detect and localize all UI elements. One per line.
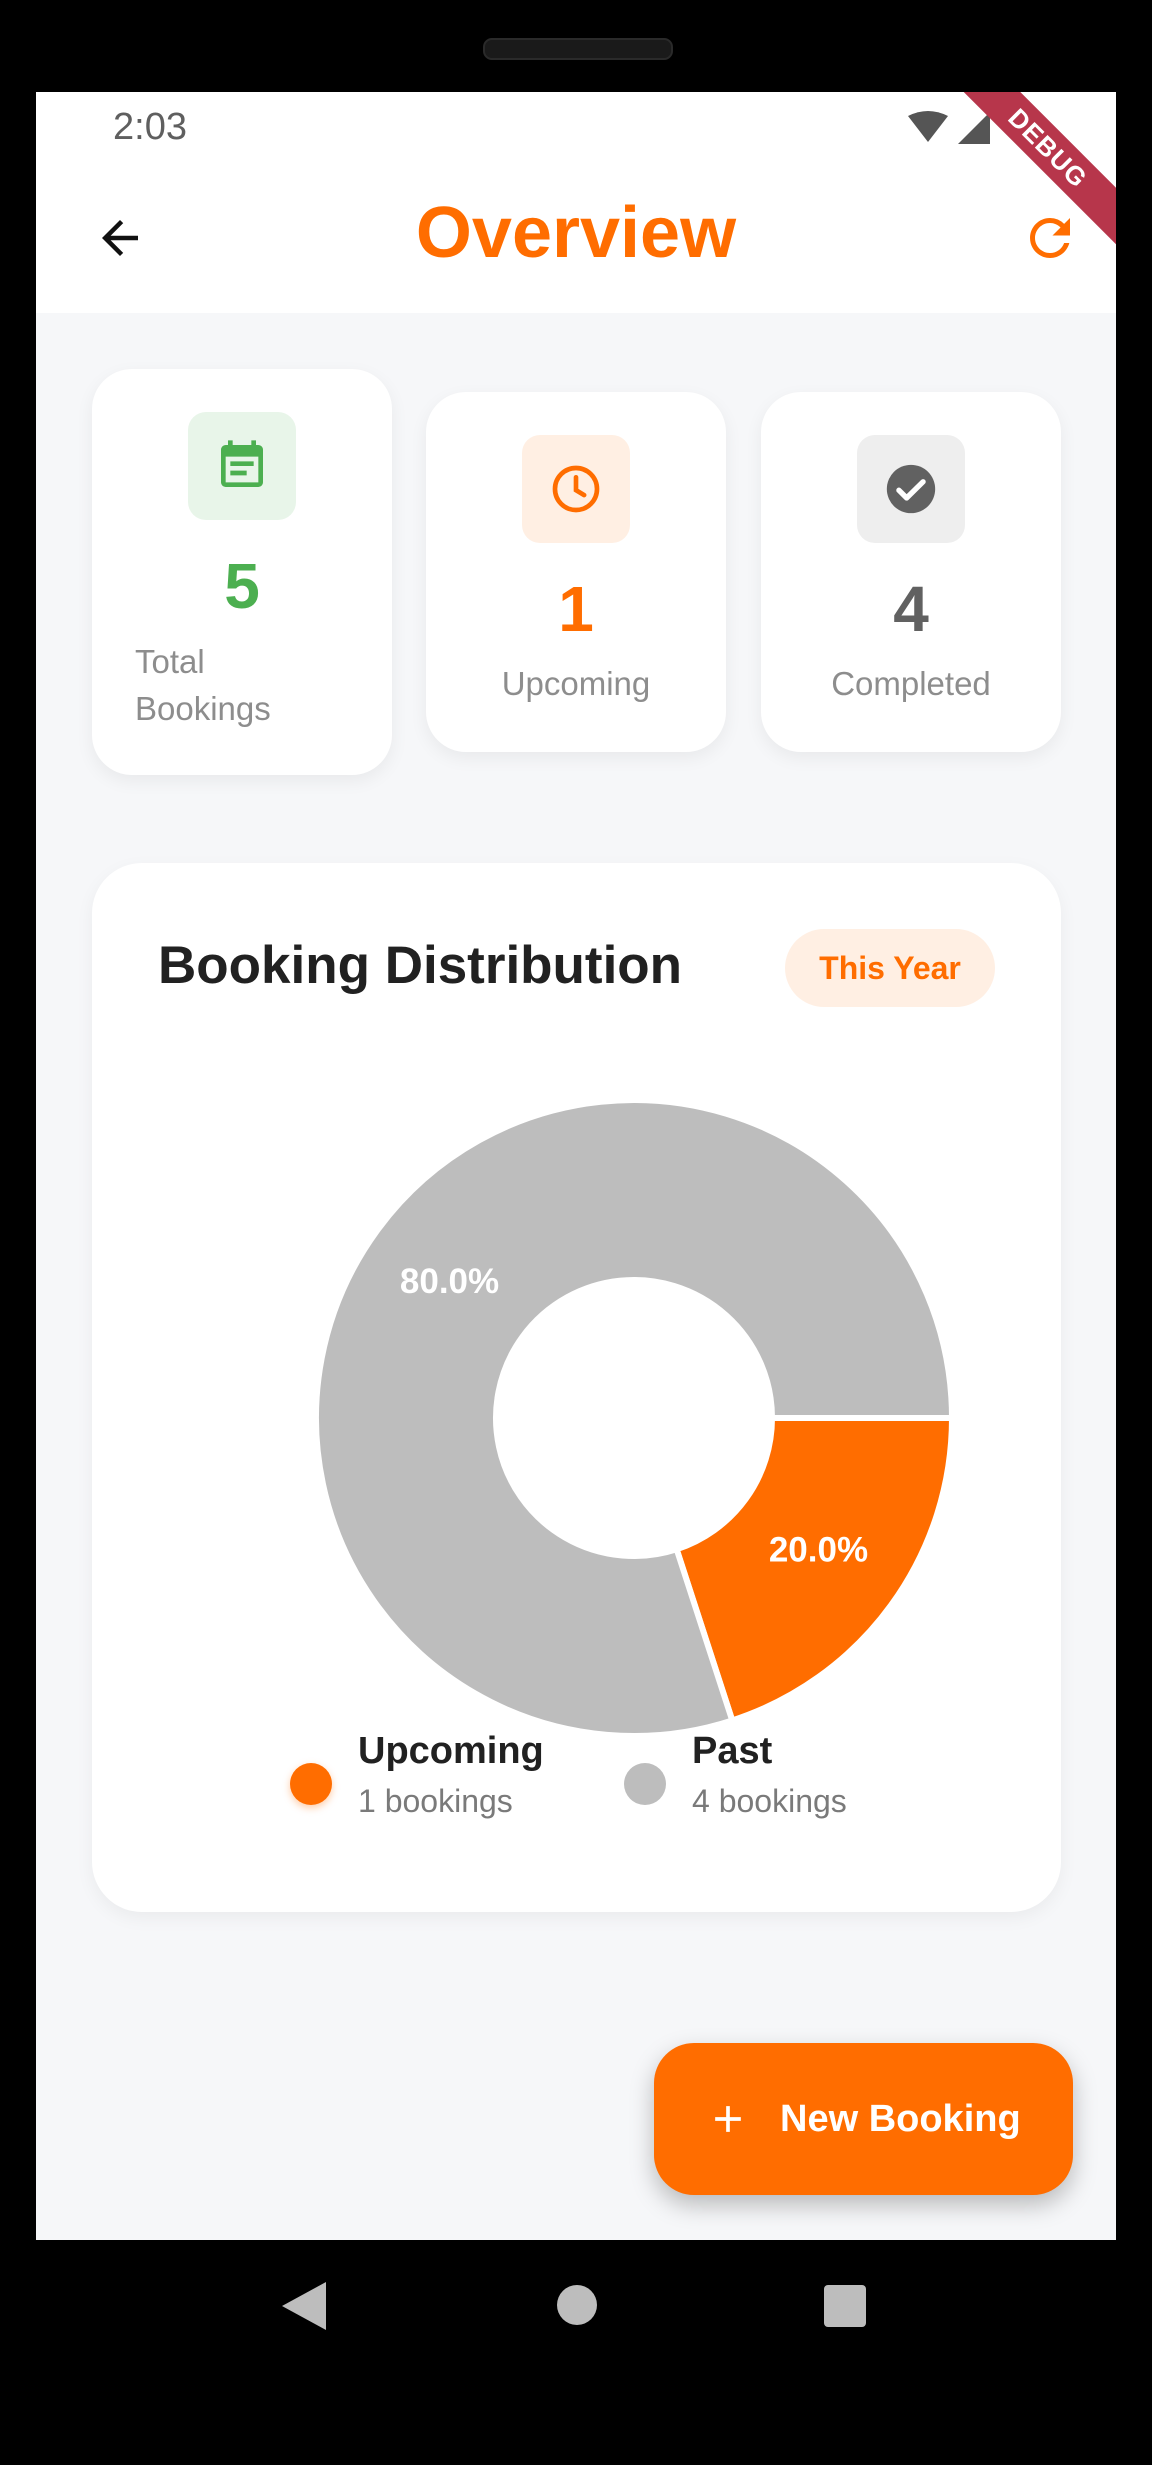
stat-label-upcoming: Upcoming — [501, 665, 651, 702]
booking-distribution-card: Booking Distribution This Year 20.0% 80.0… — [92, 863, 1061, 1912]
app-screen: 2:03 DEBUG Overview 5 Total Bookings 1 U… — [36, 92, 1116, 2240]
stat-label-total-line1: Total — [135, 643, 205, 680]
page-title: Overview — [415, 193, 737, 273]
clock-icon — [552, 465, 600, 513]
new-booking-button[interactable]: New Booking — [654, 2043, 1073, 2195]
pie-label-upcoming: 20.0% — [769, 1530, 868, 1569]
stat-icon-box-total — [188, 412, 296, 520]
legend-name-upcoming: Upcoming — [358, 1730, 544, 1772]
legend-name-past: Past — [692, 1730, 773, 1772]
refresh-button[interactable] — [1014, 202, 1086, 274]
stat-card-completed[interactable]: 4 Completed — [761, 392, 1061, 752]
stat-value-upcoming: 1 — [558, 573, 594, 645]
check-circle-icon — [886, 464, 936, 514]
legend-sub-past: 4 bookings — [692, 1783, 847, 1819]
device-frame: 2:03 DEBUG Overview 5 Total Bookings 1 U… — [0, 0, 1152, 2465]
speaker-grille — [483, 38, 673, 60]
stat-label-completed: Completed — [831, 665, 991, 702]
nav-recents-icon[interactable] — [824, 2285, 866, 2327]
legend-sub-upcoming: 1 bookings — [358, 1783, 513, 1819]
system-nav-bar — [0, 2240, 1152, 2375]
new-booking-label: New Booking — [780, 2097, 1021, 2140]
status-icons — [908, 111, 990, 144]
refresh-icon — [1030, 218, 1070, 258]
donut-chart: 20.0% 80.0% — [313, 1097, 956, 1739]
nav-home-icon[interactable] — [556, 2284, 598, 2326]
stat-icon-box-completed — [857, 435, 965, 543]
stat-label-total-line2: Bookings — [135, 690, 271, 727]
pie-label-past: 80.0% — [400, 1262, 499, 1301]
legend-dot-upcoming — [290, 1763, 332, 1805]
signal-icon — [958, 112, 990, 144]
legend-dot-past — [624, 1763, 666, 1805]
stat-label-total: Total Bookings — [135, 638, 271, 732]
status-time: 2:03 — [113, 106, 187, 148]
app-bar: 2:03 DEBUG Overview — [36, 92, 1116, 313]
stat-card-upcoming[interactable]: 1 Upcoming — [426, 392, 726, 752]
stat-icon-box-upcoming — [522, 435, 630, 543]
stat-card-total[interactable]: 5 Total Bookings — [92, 369, 392, 775]
stat-value-completed: 4 — [893, 573, 929, 645]
calendar-icon — [221, 440, 263, 487]
nav-back-icon[interactable] — [282, 2282, 326, 2330]
stat-value-total: 5 — [224, 550, 260, 622]
plus-icon — [715, 2106, 741, 2132]
wifi-icon — [908, 111, 948, 142]
